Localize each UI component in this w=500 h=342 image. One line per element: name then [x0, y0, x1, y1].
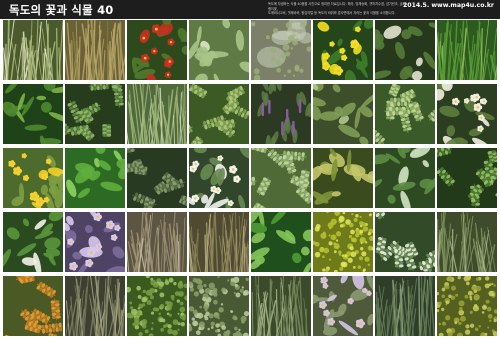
plant-photo [375, 84, 435, 144]
poster-date-url: 2014.5. www.map4u.co.kr [402, 2, 494, 9]
plant-photo [189, 276, 249, 336]
plant-photo [437, 20, 497, 80]
plant-photo [375, 212, 435, 272]
poster-description: 독도에 자생하는 식물 40종을 사진으로 정리한 자료입니다. 해국, 땅채송… [268, 2, 406, 16]
plant-photo [127, 276, 187, 336]
plant-photo [65, 212, 125, 272]
plant-photo [313, 84, 373, 144]
plant-photo [127, 84, 187, 144]
plant-photo [189, 212, 249, 272]
plant-photo [65, 148, 125, 208]
plant-photo [251, 212, 311, 272]
title-bar: 독도의 꽃과 식물 40 독도에 자생하는 식물 40종을 사진으로 정리한 자… [0, 0, 500, 19]
plant-photo [313, 20, 373, 80]
plant-photo [3, 148, 63, 208]
description-line: 독도에 자생하는 식물 40종을 사진으로 정리한 자료입니다. 해국, 땅채송… [268, 2, 406, 11]
plant-photo [313, 148, 373, 208]
plant-photo [375, 20, 435, 80]
plant-photo [127, 20, 187, 80]
plant-photo [437, 148, 497, 208]
plant-photo [251, 276, 311, 336]
plant-photo [375, 148, 435, 208]
plant-photo [127, 148, 187, 208]
plant-photo [65, 20, 125, 80]
plant-photo [189, 20, 249, 80]
plant-photo [65, 84, 125, 144]
plant-photo [127, 212, 187, 272]
photo-grid [3, 20, 497, 339]
plant-photo [375, 276, 435, 336]
description-line: 도깨비쇠고비, 갯제비쑥, 왕김의털 등 독도의 바위와 경사면에서 자라는 꽃… [268, 11, 396, 16]
plant-poster: 독도의 꽃과 식물 40 독도에 자생하는 식물 40종을 사진으로 정리한 자… [0, 0, 500, 342]
plant-photo [251, 148, 311, 208]
plant-photo [3, 20, 63, 80]
plant-photo [437, 84, 497, 144]
plant-photo [313, 212, 373, 272]
plant-photo [189, 148, 249, 208]
plant-photo [65, 276, 125, 336]
plant-photo [251, 84, 311, 144]
plant-photo [3, 84, 63, 144]
poster-title: 독도의 꽃과 식물 40 [9, 3, 114, 17]
plant-photo [437, 276, 497, 336]
plant-photo [189, 84, 249, 144]
plant-photo [437, 212, 497, 272]
plant-photo [3, 276, 63, 336]
plant-photo [313, 276, 373, 336]
plant-photo [251, 20, 311, 80]
plant-photo [3, 212, 63, 272]
